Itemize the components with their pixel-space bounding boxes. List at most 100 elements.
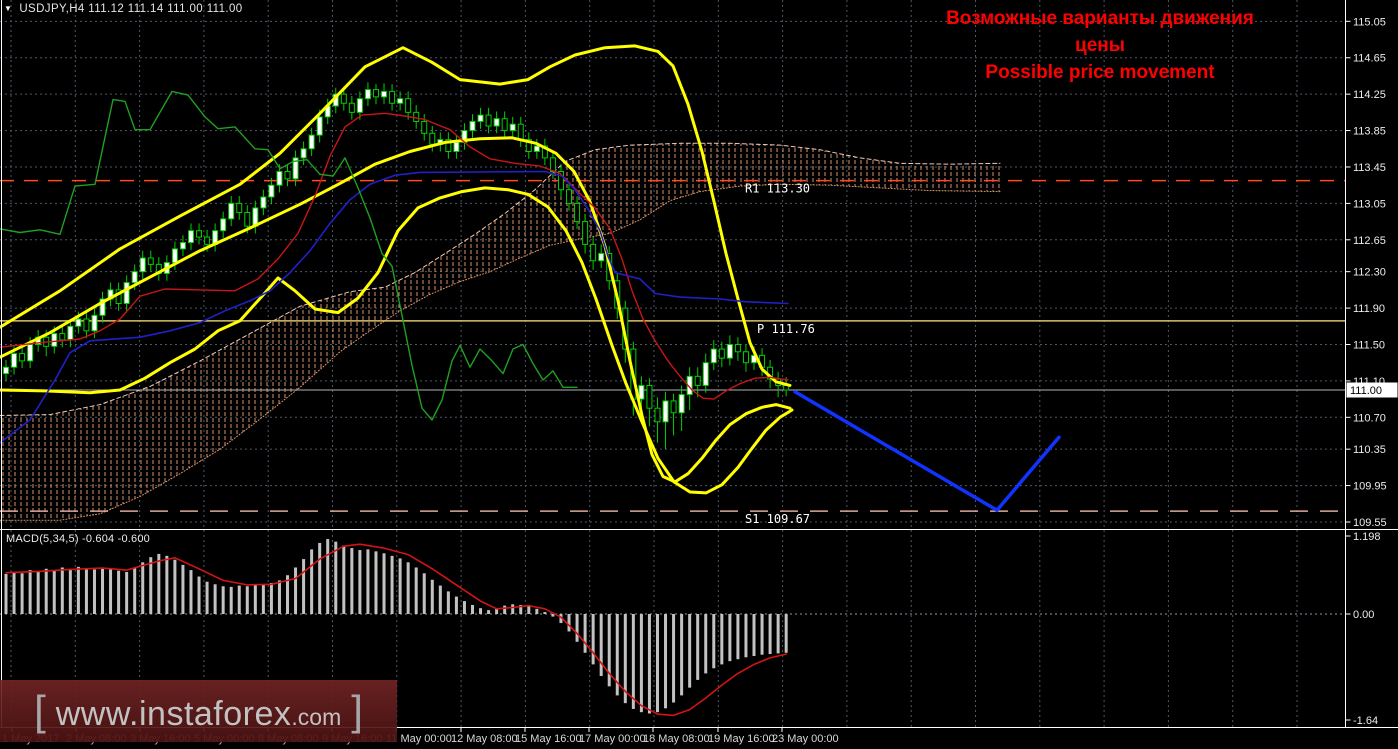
candle-body [486,115,491,126]
macd-histogram-bar [648,614,651,713]
candle-body [470,121,475,130]
candle-body [647,385,652,408]
time-axis-label: 5 May 00:00 [194,733,255,745]
macd-histogram-bar [600,614,603,676]
macd-histogram-bar [29,570,32,614]
price-axis-label: 113.45 [1353,162,1386,174]
candle-body [269,185,274,197]
macd-histogram-bar [785,614,788,653]
macd-histogram-bar [133,567,136,614]
macd-histogram-bar [149,557,152,614]
candle-body [68,326,73,340]
macd-histogram-bar [181,565,184,614]
macd-signal-line [6,544,786,715]
macd-histogram-bar [672,614,675,703]
candle-body [20,354,25,361]
candle-body [671,401,676,413]
candle-body [703,363,708,386]
macd-histogram-bar [383,553,386,614]
macd-axis-label: 0.00 [1353,609,1374,621]
macd-histogram-bar [769,614,772,654]
candle-body [454,142,459,151]
macd-histogram-bar [568,614,571,631]
macd-histogram-bar [85,568,88,614]
macd-histogram-bar [37,571,40,614]
candle-body [406,99,411,113]
macd-histogram-bar [576,614,579,642]
macd-histogram-bar [334,542,337,614]
time-axis-label: 12 May 08:00 [451,733,518,745]
macd-histogram-bar [752,614,755,656]
candle-body [349,103,354,112]
macd-histogram-bar [246,586,249,614]
macd-histogram-bar [302,559,305,614]
macd-histogram-bar [318,543,321,614]
candle-body [261,197,266,208]
macd-histogram-bar [487,610,490,614]
macd-histogram-bar [664,614,667,708]
macd-histogram-bar [230,587,233,614]
macd-histogram-bar [214,584,217,614]
macd-histogram-bar [198,577,201,614]
macd-histogram-bar [350,548,353,614]
macd-histogram-bar [720,614,723,664]
candle-body [719,349,724,358]
time-axis-label: 9 May 16:00 [322,733,383,745]
projected-price-path [795,392,1059,510]
time-axis-label: 18 May 08:00 [643,733,710,745]
macd-histogram-bar [407,562,410,614]
candle-body [4,367,9,373]
candle-body [655,408,660,422]
macd-histogram-bar [278,580,281,614]
price-chart-canvas[interactable]: R1 113.30P 111.76S1 109.67115.05114.6511… [0,0,1398,749]
candle-body [591,244,596,260]
pivot-label-p: P 111.76 [757,322,815,336]
macd-histogram-bar [391,556,394,614]
candle-body [84,319,89,331]
price-axis-label: 109.95 [1353,481,1387,493]
macd-histogram-bar [93,569,96,614]
macd-histogram-bar [254,584,257,614]
price-axis-label: 115.05 [1353,16,1386,28]
candle-body [695,376,700,385]
macd-histogram-bar [584,614,587,653]
symbol-title-bar[interactable]: ▼ USDJPY,H4 111.12 111.14 111.00 111.00 [4,3,243,15]
candle-body [301,149,306,158]
macd-histogram-bar [189,570,192,614]
candle-body [124,283,129,304]
candle-body [237,203,242,212]
price-axis-label: 114.65 [1353,53,1386,65]
candle-body [583,222,588,245]
macd-histogram-bar [680,614,683,695]
macd-histogram-bar [511,604,514,614]
price-axis-label: 113.85 [1353,126,1386,138]
candle-body [382,91,387,96]
macd-histogram-bar [527,606,530,614]
price-axis-label: 110.70 [1353,412,1386,424]
price-axis-label: 113.05 [1353,198,1386,210]
time-axis-label: 8 May 08:00 [258,733,319,745]
candle-body [414,112,419,121]
macd-histogram-bar [294,567,297,614]
macd-histogram-bar [471,605,474,614]
macd-histogram-bar [543,612,546,614]
candle-body [510,124,515,130]
time-axis-label: 11 May 00:00 [386,733,452,745]
chart-dropdown-icon[interactable]: ▼ [4,4,12,14]
macd-histogram-bar [222,586,225,614]
candle-body [285,172,290,179]
time-axis-label: 17 May 00:00 [579,733,646,745]
candle-body [534,146,539,151]
candle-body [390,91,395,103]
candle-body [132,272,137,283]
candle-body [277,172,282,186]
macd-histogram-bar [761,614,764,655]
candle-body [575,203,580,221]
macd-histogram-bar [535,609,538,614]
candle-body [180,243,185,249]
macd-histogram-bar [415,567,418,614]
macd-histogram-bar [447,591,450,614]
candle-body [245,212,250,226]
macd-histogram-bar [262,585,265,614]
macd-histogram-bar [656,614,659,712]
